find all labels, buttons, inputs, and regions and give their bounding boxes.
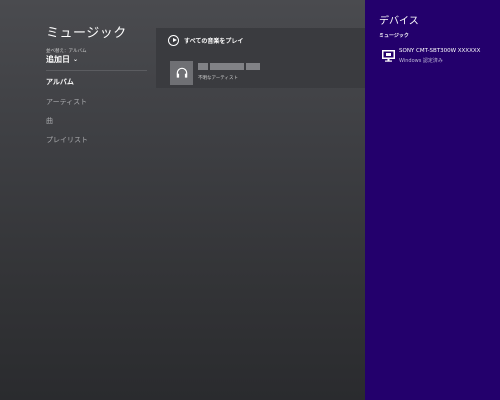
album-tile[interactable]: 不明なアーティスト [168,59,365,86]
headphones-icon [176,67,187,78]
redacted-text-block [246,63,260,70]
redacted-text-block [198,63,208,70]
play-all-button[interactable]: すべての音楽をプレイ [168,33,243,47]
nav-divider [46,70,147,71]
redacted-text-block [210,63,244,70]
charm-title: デバイス [379,16,419,27]
app-title: ミュージック [46,26,127,41]
album-content-panel: すべての音楽をプレイ 不明なアーティスト [156,28,365,88]
nav-item-artists[interactable]: アーティスト [46,97,87,107]
nav-item-playlists[interactable]: プレイリスト [46,135,88,145]
device-item[interactable]: SONY CMT-SBT300W XXXXXX Windows 認定済み [379,48,499,66]
nav-item-songs[interactable]: 曲 [46,116,53,126]
album-name-redacted [198,63,271,70]
charm-section-music: ミュージック [379,33,409,39]
album-art [170,61,193,85]
device-name: SONY CMT-SBT300W XXXXXX [399,48,481,54]
nav-item-albums[interactable]: アルバム [46,77,74,87]
play-all-label: すべての音楽をプレイ [184,37,244,45]
music-app: ミュージック 並べ替え：アルバム 追加日 ⌄ アルバム アーティスト 曲 プレイ… [0,0,365,400]
display-device-icon [382,50,395,62]
chevron-down-icon: ⌄ [73,56,79,63]
sort-dropdown[interactable]: 追加日 ⌄ [46,54,78,65]
album-artist: 不明なアーティスト [198,76,238,81]
sort-selected-value: 追加日 [46,55,70,64]
devices-charm-pane: デバイス ミュージック SONY CMT-SBT300W XXXXXX Wind… [365,0,500,400]
device-status: Windows 認定済み [399,58,443,64]
play-circle-icon [168,34,179,46]
